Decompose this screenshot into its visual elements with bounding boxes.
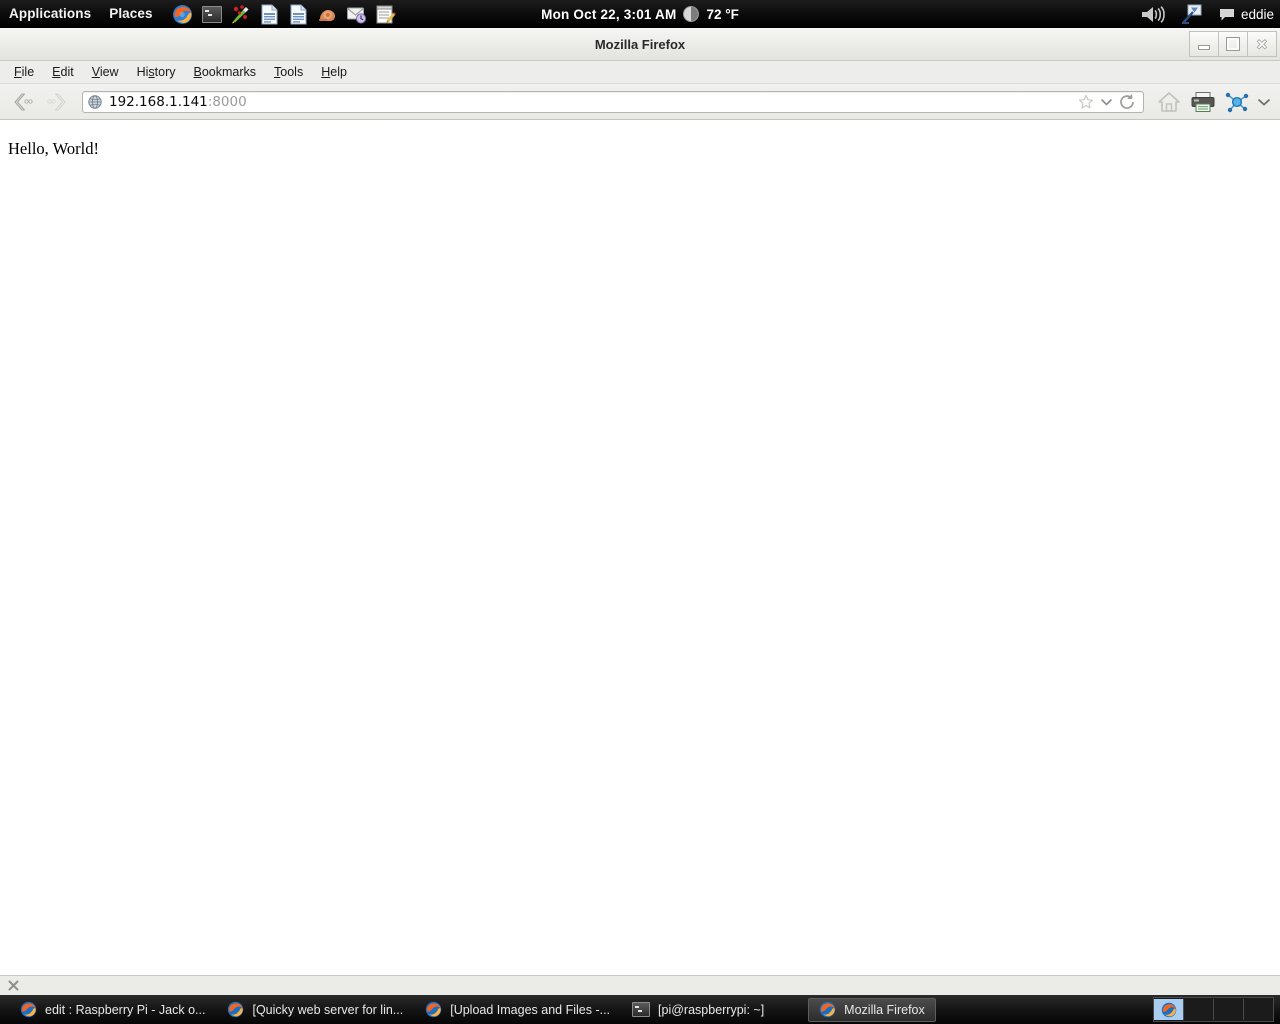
chevron-down-icon[interactable] bbox=[1256, 89, 1272, 115]
firefox-icon bbox=[20, 1001, 37, 1018]
menu-edit[interactable]: Edit bbox=[43, 61, 83, 83]
snail-launcher-icon[interactable] bbox=[317, 3, 339, 25]
forward-arrow-icon bbox=[42, 89, 72, 115]
places-menu[interactable]: Places bbox=[100, 0, 161, 28]
firefox-icon bbox=[426, 1001, 442, 1018]
firefox-icon bbox=[1161, 1002, 1176, 1017]
workspace-switcher[interactable] bbox=[1153, 997, 1274, 1022]
chat-bubble-icon bbox=[1219, 8, 1234, 20]
maximize-button[interactable] bbox=[1218, 31, 1247, 57]
firefox-launcher-icon[interactable] bbox=[172, 3, 194, 25]
workspace-2[interactable] bbox=[1184, 999, 1214, 1020]
task-upload-images[interactable]: [Upload Images and Files -... bbox=[415, 998, 620, 1022]
task-label: [pi@raspberrypi: ~] bbox=[658, 1002, 765, 1017]
panel-tray: eddie bbox=[1141, 0, 1274, 28]
menu-view[interactable]: View bbox=[83, 61, 128, 83]
mail-clock-launcher-icon[interactable] bbox=[346, 3, 368, 25]
moon-icon bbox=[683, 6, 700, 22]
menu-tools[interactable]: Tools bbox=[265, 61, 312, 83]
document-launcher-icon-1[interactable] bbox=[259, 3, 281, 25]
minimize-button[interactable] bbox=[1189, 31, 1218, 57]
menu-history[interactable]: History bbox=[128, 61, 185, 83]
workspace-4[interactable] bbox=[1244, 999, 1273, 1020]
user-name-label: eddie bbox=[1240, 6, 1274, 22]
task-raspberry-pi-edit[interactable]: edit : Raspberry Pi - Jack o... bbox=[10, 998, 215, 1022]
print-icon[interactable] bbox=[1188, 89, 1218, 115]
task-label: [Upload Images and Files -... bbox=[450, 1002, 611, 1017]
task-label: [Quicky web server for lin... bbox=[252, 1002, 404, 1017]
firefox-icon bbox=[819, 1001, 836, 1018]
star-icon[interactable] bbox=[1076, 92, 1096, 112]
panel-clock[interactable]: Mon Oct 22, 3:01 AM bbox=[541, 7, 676, 22]
window-title: Mozilla Firefox bbox=[594, 36, 686, 52]
navigation-toolbar: 192.168.1.141:8000 bbox=[0, 84, 1280, 120]
close-icon[interactable] bbox=[6, 979, 20, 993]
task-quicky-web-server[interactable]: [Quicky web server for lin... bbox=[217, 998, 413, 1022]
weather-temperature[interactable]: 72 °F bbox=[706, 7, 738, 22]
task-mozilla-firefox[interactable]: Mozilla Firefox bbox=[808, 997, 936, 1022]
url-text: 192.168.1.141:8000 bbox=[109, 94, 1076, 110]
url-host: 192.168.1.141 bbox=[109, 93, 208, 110]
task-label: edit : Raspberry Pi - Jack o... bbox=[45, 1002, 206, 1017]
task-label: Mozilla Firefox bbox=[844, 1002, 925, 1017]
panel-launchers bbox=[172, 3, 397, 25]
page-body-text: Hello, World! bbox=[8, 139, 99, 158]
terminal-icon bbox=[632, 1002, 651, 1017]
home-icon[interactable] bbox=[1154, 89, 1184, 115]
menu-file[interactable]: File bbox=[5, 61, 43, 83]
urlbar-buttons bbox=[1076, 91, 1138, 113]
top-panel: Applications Places Mon Oct 22, 3:01 AM … bbox=[0, 0, 1280, 28]
globe-icon bbox=[88, 94, 102, 109]
chevron-down-icon[interactable] bbox=[1099, 92, 1113, 112]
page-content-area: Hello, World! bbox=[0, 131, 1280, 975]
reload-icon[interactable] bbox=[1116, 91, 1138, 113]
window-titlebar: Mozilla Firefox ✕ bbox=[0, 28, 1280, 61]
taskbar: edit : Raspberry Pi - Jack o... [Quicky … bbox=[0, 995, 1280, 1024]
user-menu[interactable]: eddie bbox=[1219, 7, 1274, 22]
firefox-window: Mozilla Firefox ✕ File Edit View History… bbox=[0, 28, 1280, 995]
close-button[interactable]: ✕ bbox=[1247, 31, 1277, 57]
menu-bar: File Edit View History Bookmarks Tools H… bbox=[0, 61, 1280, 84]
taskbar-window-list: edit : Raspberry Pi - Jack o... [Quicky … bbox=[10, 997, 1153, 1022]
task-terminal-pi[interactable]: [pi@raspberrypi: ~] bbox=[622, 998, 774, 1022]
url-port: :8000 bbox=[207, 93, 247, 110]
desktop-screen: Applications Places Mon Oct 22, 3:01 AM … bbox=[0, 0, 1280, 1024]
url-bar[interactable]: 192.168.1.141:8000 bbox=[82, 90, 1144, 113]
terminal-launcher-icon[interactable] bbox=[201, 3, 223, 25]
speaker-icon[interactable] bbox=[1141, 5, 1167, 23]
workspace-3[interactable] bbox=[1214, 999, 1244, 1020]
network-monitor-icon[interactable] bbox=[1181, 4, 1205, 24]
workspace-1[interactable] bbox=[1154, 999, 1184, 1020]
firefox-icon bbox=[228, 1001, 244, 1018]
findbar bbox=[0, 975, 1280, 995]
notepad-launcher-icon[interactable] bbox=[375, 3, 397, 25]
window-controls: ✕ bbox=[1189, 31, 1277, 57]
molecule-icon[interactable] bbox=[1222, 89, 1252, 115]
document-launcher-icon-2[interactable] bbox=[288, 3, 310, 25]
applications-menu[interactable]: Applications bbox=[0, 0, 100, 28]
menu-bookmarks[interactable]: Bookmarks bbox=[185, 61, 266, 83]
back-arrow-icon[interactable] bbox=[8, 89, 38, 115]
paint-launcher-icon[interactable] bbox=[230, 3, 252, 25]
menu-help[interactable]: Help bbox=[312, 61, 356, 83]
